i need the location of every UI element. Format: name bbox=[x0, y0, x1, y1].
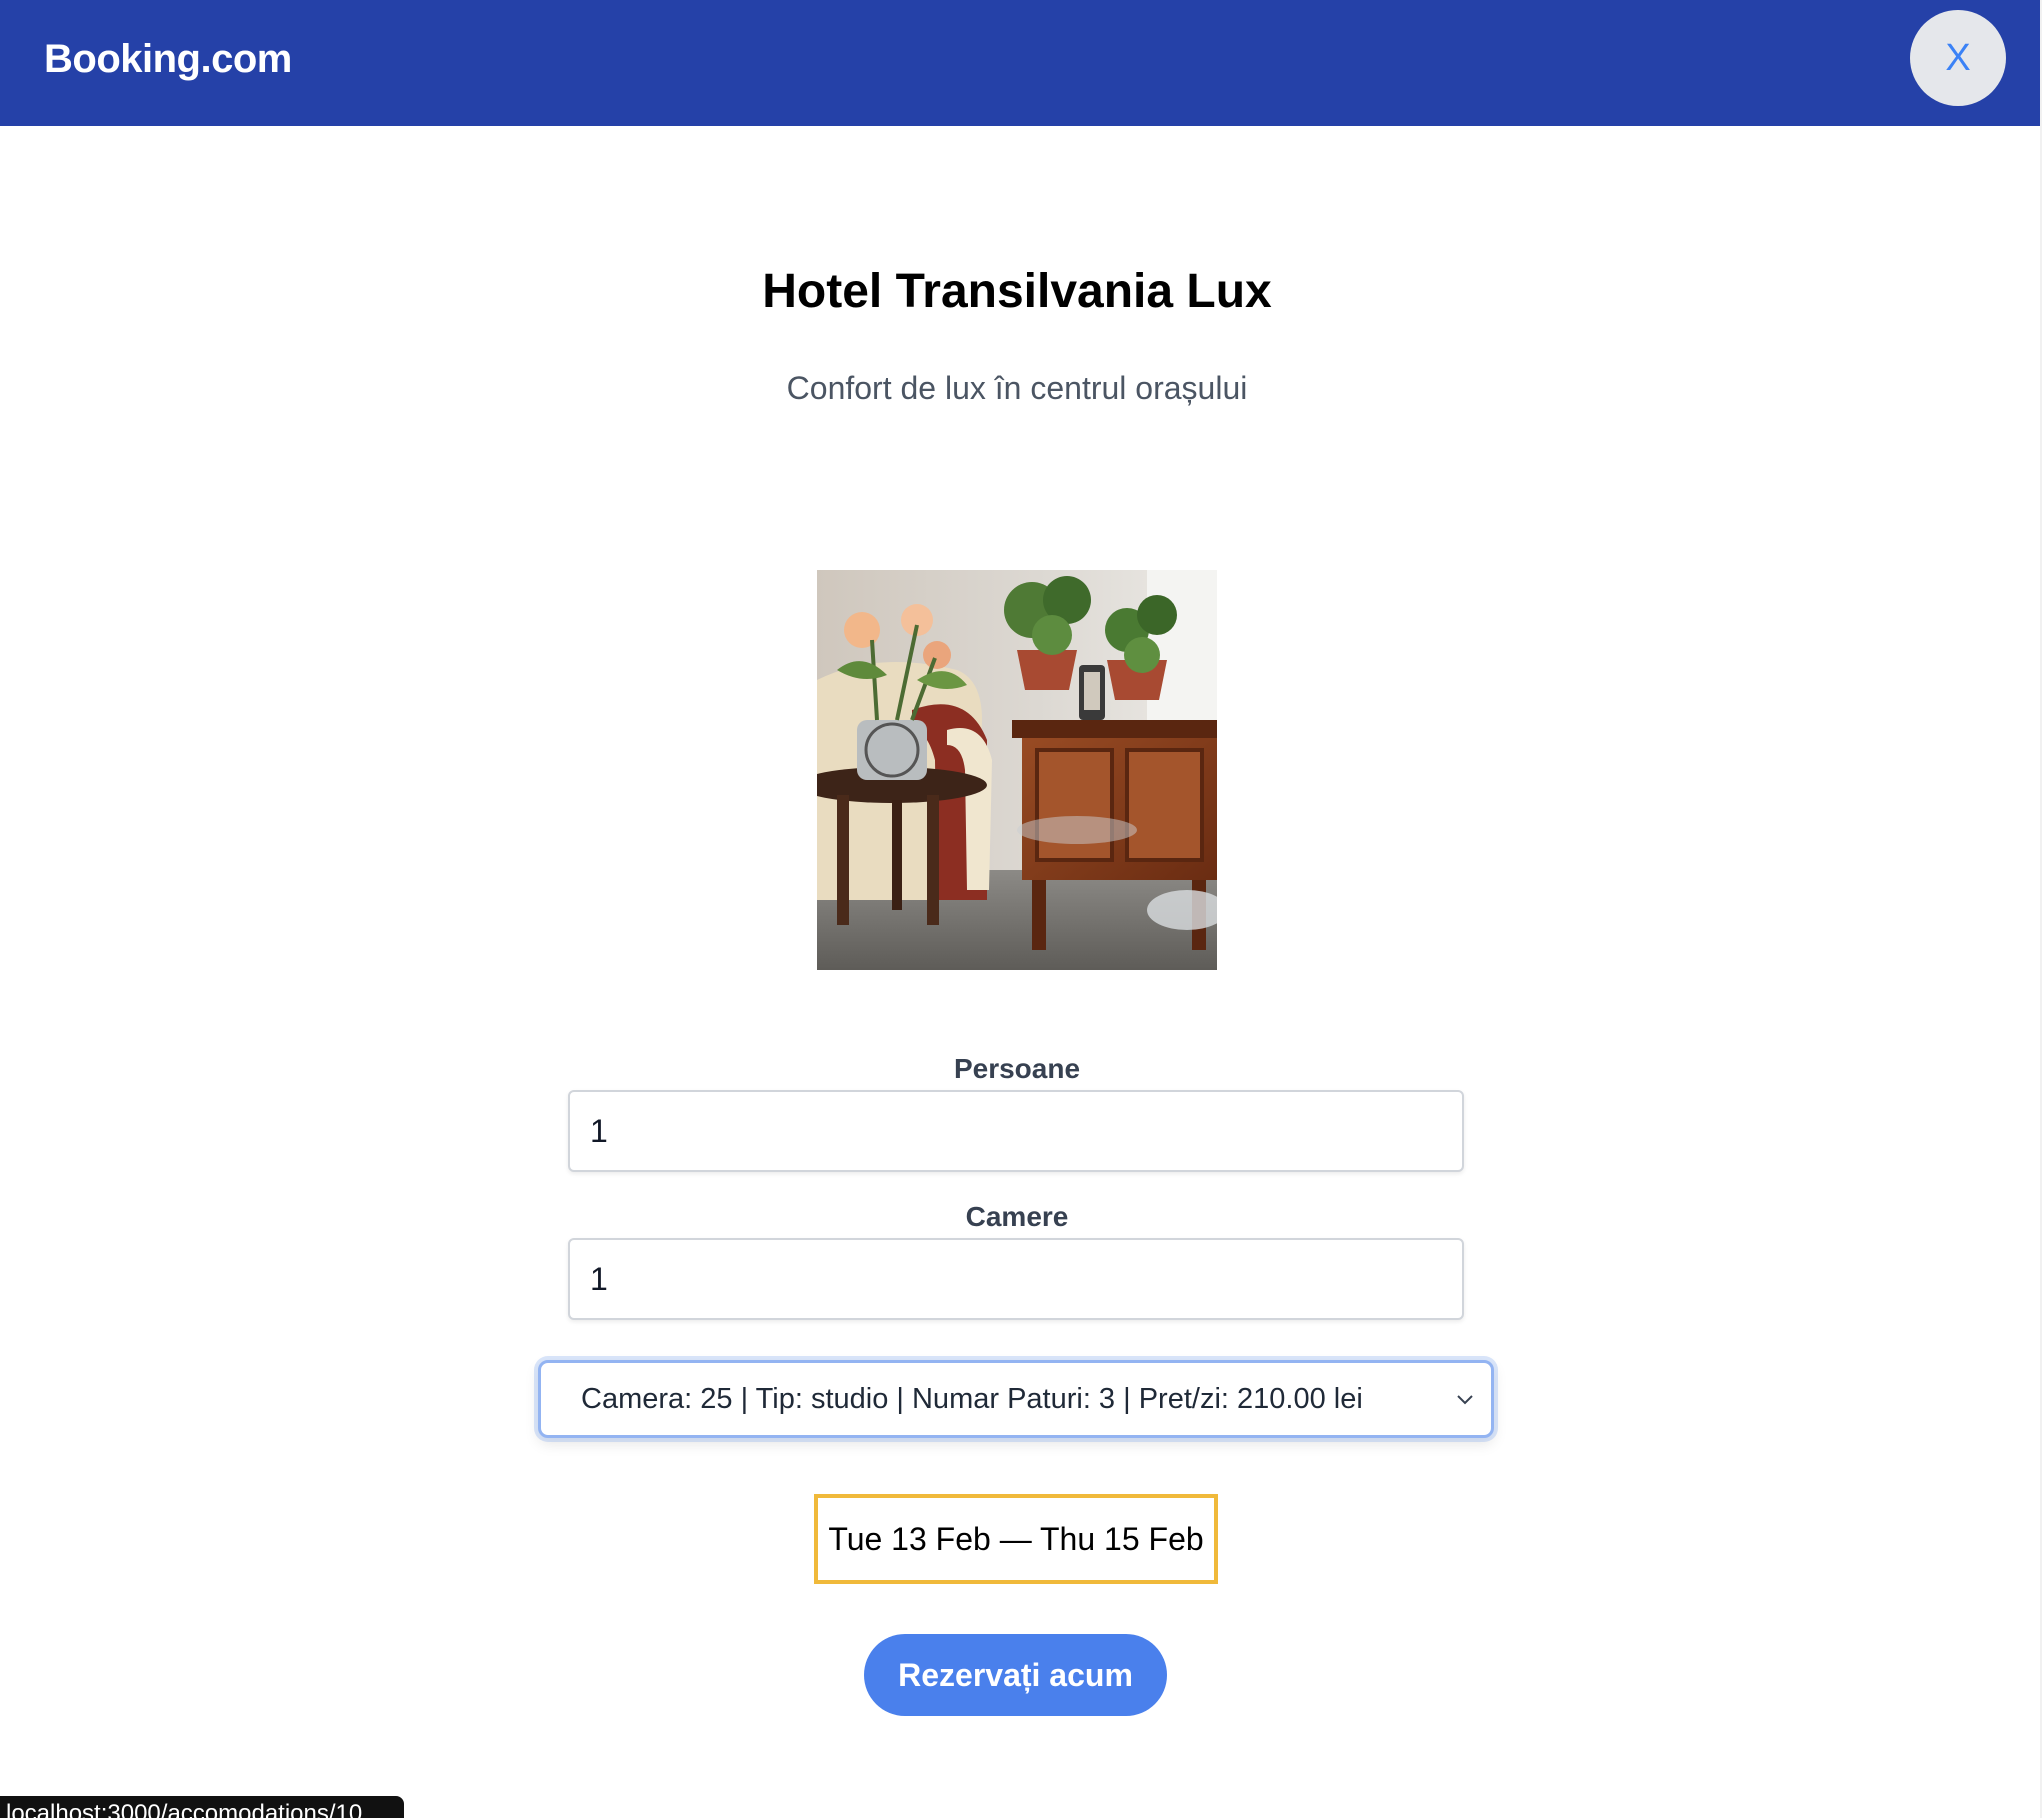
persons-input[interactable]: 1 bbox=[568, 1090, 1464, 1172]
room-select[interactable]: Camera: 25 | Tip: studio | Numar Paturi:… bbox=[538, 1360, 1494, 1438]
top-navbar: Booking.com X bbox=[0, 0, 2040, 126]
chevron-down-icon bbox=[1457, 1395, 1473, 1405]
rooms-label: Camere bbox=[965, 1201, 1069, 1232]
hotel-photo-illustration bbox=[817, 570, 1217, 970]
close-button[interactable]: X bbox=[1910, 10, 2006, 106]
link-status-bar: localhost:3000/accomodations/10 bbox=[0, 1796, 404, 1818]
hotel-photo bbox=[817, 570, 1217, 970]
hotel-title: Hotel Transilvania Lux bbox=[762, 265, 1272, 318]
room-select-value: Camera: 25 | Tip: studio | Numar Paturi:… bbox=[581, 1383, 1363, 1415]
book-now-button[interactable]: Rezervați acum bbox=[864, 1634, 1167, 1716]
status-url: localhost:3000/accomodations/10 bbox=[6, 1800, 363, 1818]
persons-label: Persoane bbox=[953, 1053, 1081, 1084]
date-range-picker[interactable]: Tue 13 Feb — Thu 15 Feb bbox=[814, 1494, 1218, 1584]
rooms-input[interactable]: 1 bbox=[568, 1238, 1464, 1320]
hotel-tagline: Confort de lux în centrul orașului bbox=[786, 370, 1248, 406]
brand-logo[interactable]: Booking.com bbox=[44, 34, 292, 84]
